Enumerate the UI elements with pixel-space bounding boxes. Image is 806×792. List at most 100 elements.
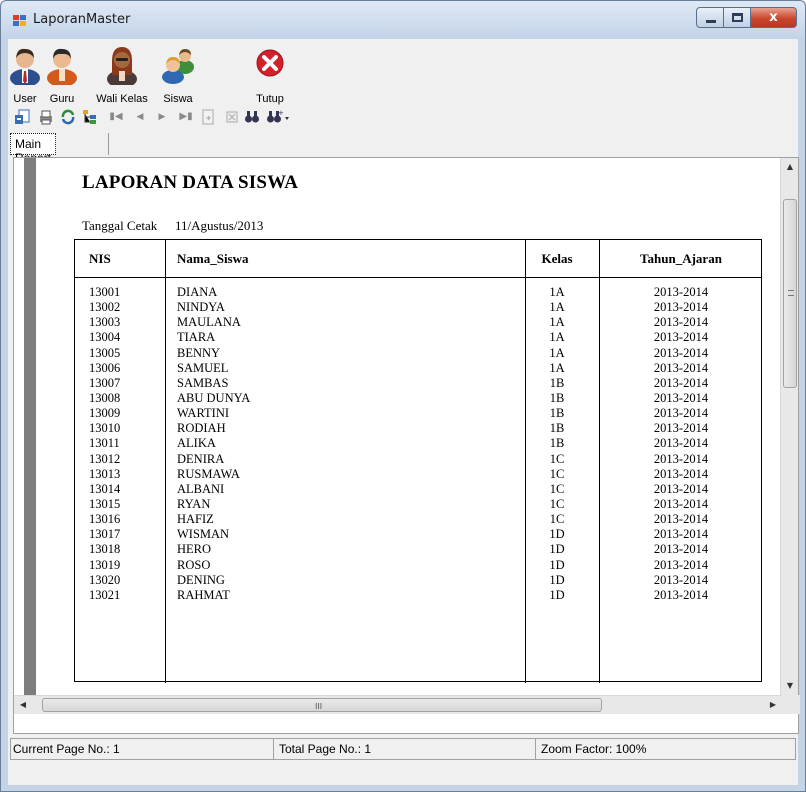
user-button[interactable]: User [10, 45, 40, 111]
cell-kelas: 1D [549, 587, 565, 602]
vertical-scrollbar[interactable]: ▲ ▼ [780, 158, 798, 695]
cell-tahun-ajaran: 2013-2014 [653, 300, 709, 315]
user-label: User [13, 93, 37, 105]
table-row: 13001 DIANA 1A 2013-2014 [75, 285, 761, 300]
status-bar: Current Page No.: 1 Total Page No.: 1 Zo… [10, 738, 796, 760]
cell-tahun-ajaran: 2013-2014 [653, 466, 709, 481]
print-icon[interactable] [38, 109, 54, 125]
title-bar[interactable]: LaporanMaster x [1, 1, 805, 39]
cell-tahun-ajaran: 2013-2014 [653, 421, 709, 436]
find-icon[interactable] [244, 109, 260, 125]
group-tree-icon[interactable] [82, 109, 98, 125]
cell-nama-siswa: HERO [177, 542, 212, 557]
table-body: 13001 DIANA 1A 2013-2014 13002 NINDYA 1A 2013-2… [75, 285, 761, 603]
tutup-button[interactable]: Tutup [250, 45, 290, 111]
guru-button[interactable]: Guru [44, 45, 80, 111]
table-row: 13012 DENIRA 1C 2013-2014 [75, 452, 761, 467]
close-button[interactable]: x [751, 7, 797, 28]
app-icon [13, 15, 27, 27]
cell-tahun-ajaran: 2013-2014 [653, 436, 709, 451]
grip-icon: III [315, 702, 323, 711]
status-separator [273, 739, 274, 759]
horizontal-scroll-thumb[interactable]: III [42, 698, 602, 712]
siswa-button[interactable]: Siswa [158, 45, 198, 111]
cell-nis: 13021 [89, 587, 121, 602]
cell-kelas: 1B [549, 406, 565, 421]
window-title: LaporanMaster [33, 12, 131, 27]
table-row: 13006 SAMUEL 1A 2013-2014 [75, 361, 761, 376]
maximize-button[interactable] [724, 7, 751, 28]
cell-tahun-ajaran: 2013-2014 [653, 572, 709, 587]
cell-nama-siswa: RODIAH [177, 421, 226, 436]
cell-kelas: 1D [549, 542, 565, 557]
status-separator [535, 739, 536, 759]
minimize-icon [706, 20, 716, 23]
cell-kelas: 1C [549, 451, 565, 466]
cell-tahun-ajaran: 2013-2014 [653, 451, 709, 466]
scroll-down-icon[interactable]: ▼ [781, 677, 799, 695]
previous-page-icon[interactable]: ◀ [132, 109, 148, 125]
zoom-factor-status: Zoom Factor: 100% [541, 742, 647, 756]
cell-nama-siswa: DIANA [177, 285, 218, 299]
cell-nis: 13005 [89, 345, 121, 360]
cell-nis: 13001 [89, 285, 121, 299]
cell-tahun-ajaran: 2013-2014 [653, 481, 709, 496]
app-window: LaporanMaster x User Guru Wali Kelas Sis… [0, 0, 806, 792]
first-page-icon[interactable]: ▮◀ [108, 109, 124, 125]
refresh-icon[interactable] [60, 109, 76, 125]
header-nama-siswa: Nama_Siswa [177, 251, 249, 266]
print-date-label: Tanggal Cetak [82, 218, 158, 233]
cell-nis: 13013 [89, 466, 121, 481]
zoom-icon[interactable]: + [266, 109, 292, 125]
tutup-label: Tutup [256, 93, 284, 105]
minimize-button[interactable] [696, 7, 724, 28]
cell-nama-siswa: NINDYA [177, 300, 225, 315]
students-icon [162, 49, 194, 84]
cell-nama-siswa: WARTINI [177, 406, 230, 421]
table-row: 13019 ROSO 1D 2013-2014 [75, 558, 761, 573]
cell-nama-siswa: ABU DUNYA [177, 390, 251, 405]
header-nis: NIS [89, 251, 111, 266]
cell-nama-siswa: TIARA [177, 330, 216, 345]
cell-nama-siswa: DENIRA [177, 451, 225, 466]
print-date-value: 11/Agustus/2013 [175, 218, 264, 233]
cell-nama-siswa: RUSMAWA [177, 466, 240, 481]
maximize-icon [732, 13, 743, 22]
header-kelas: Kelas [541, 251, 573, 266]
wali-kelas-label: Wali Kelas [96, 93, 148, 105]
horizontal-scrollbar[interactable]: ◀ III ▶ [14, 695, 782, 714]
cell-nis: 13012 [89, 451, 121, 466]
scroll-left-icon[interactable]: ◀ [14, 696, 32, 714]
export-icon[interactable] [14, 109, 30, 125]
report-title: LAPORAN DATA SISWA [82, 172, 299, 193]
wali-kelas-button[interactable]: Wali Kelas [90, 45, 154, 111]
cell-tahun-ajaran: 2013-2014 [653, 345, 709, 360]
tab-main-report[interactable]: Main Report [10, 133, 57, 165]
last-page-icon[interactable]: ▶▮ [178, 109, 194, 125]
goto-page-icon[interactable] [200, 109, 216, 125]
cell-nama-siswa: SAMUEL [177, 360, 229, 375]
cell-nis: 13014 [89, 481, 121, 496]
stop-icon[interactable] [224, 109, 240, 125]
cell-tahun-ajaran: 2013-2014 [653, 390, 709, 405]
cell-nis: 13018 [89, 542, 121, 557]
table-header: NIS Nama_Siswa Kelas Tahun_Ajaran [75, 240, 761, 278]
vertical-scroll-thumb[interactable] [783, 199, 797, 388]
cell-nama-siswa: SAMBAS [177, 375, 229, 390]
cell-kelas: 1D [549, 557, 565, 572]
current-page-status: Current Page No.: 1 [13, 742, 120, 756]
cell-kelas: 1B [549, 436, 565, 451]
close-icon: x [769, 10, 778, 25]
page-gutter [24, 158, 36, 695]
cell-nama-siswa: RYAN [177, 496, 211, 511]
cell-nis: 13017 [89, 527, 121, 542]
report-toolbar: ▮◀ ◀ ▶ ▶▮ + [8, 105, 798, 129]
scroll-up-icon[interactable]: ▲ [781, 158, 799, 176]
cell-tahun-ajaran: 2013-2014 [653, 527, 709, 542]
cell-nis: 13006 [89, 360, 121, 375]
next-page-icon[interactable]: ▶ [154, 109, 170, 125]
cell-kelas: 1A [549, 360, 565, 375]
cell-tahun-ajaran: 2013-2014 [653, 406, 709, 421]
scroll-right-icon[interactable]: ▶ [764, 696, 782, 714]
cell-nama-siswa: MAULANA [177, 315, 241, 330]
